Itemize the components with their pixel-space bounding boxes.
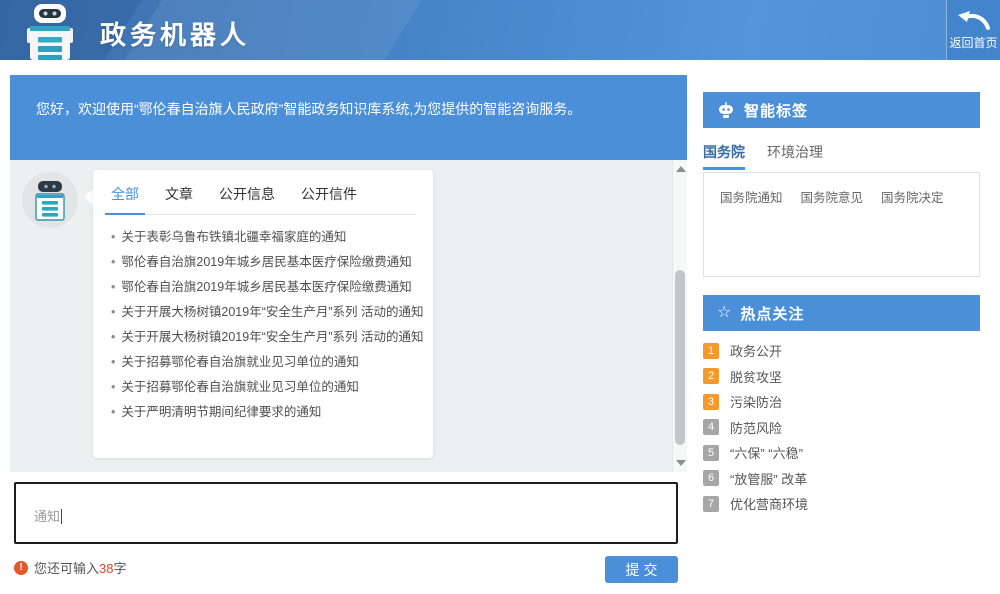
hot-topic-item[interactable]: 6“放管服” 改革 — [703, 466, 980, 492]
hot-topic-item[interactable]: 4防范风险 — [703, 415, 980, 441]
notice-link[interactable]: •关于开展大杨树镇2019年“安全生产月”系列 活动的通知 — [111, 325, 415, 350]
bullet: • — [111, 355, 115, 369]
notice-link[interactable]: •关于表彰乌鲁布铁镇北疆幸福家庭的通知 — [111, 225, 415, 250]
welcome-message: 您好，欢迎使用“鄂伦春自治旗人民政府”智能政务知识库系统,为您提供的智能咨询服务… — [10, 75, 687, 160]
text-caret — [61, 509, 62, 524]
robot-head-icon — [717, 101, 735, 119]
rank-badge: 2 — [703, 368, 719, 384]
char-counter: ! 您还可输入38字 — [14, 558, 127, 577]
tag-link[interactable]: 国务院意见 — [801, 187, 864, 206]
bullet: • — [111, 405, 115, 419]
smart-tags-title: 智能标签 — [744, 100, 808, 121]
scrollbar-thumb[interactable] — [675, 270, 685, 445]
back-home-label: 返回首页 — [949, 34, 997, 51]
notice-link[interactable]: •关于严明清明节期间纪律要求的通知 — [111, 400, 415, 425]
tag-tab-environment[interactable]: 环境治理 — [767, 142, 823, 170]
tab-public-info[interactable]: 公开信息 — [219, 184, 275, 204]
hot-topic-item[interactable]: 5“六保” “六稳” — [703, 440, 980, 466]
page: 政务机器人 返回首页 您好，欢迎使用“鄂伦春自治旗人民政府”智能政务知识库系统,… — [0, 0, 1000, 594]
notice-link[interactable]: •关于招募鄂伦春自治旗就业见习单位的通知 — [111, 375, 415, 400]
notice-link[interactable]: •关于开展大杨树镇2019年“安全生产月”系列 活动的通知 — [111, 300, 415, 325]
tab-articles[interactable]: 文章 — [165, 184, 193, 204]
alert-icon: ! — [14, 561, 28, 575]
star-icon: ☆ — [717, 305, 731, 321]
tab-public-letters[interactable]: 公开信件 — [301, 184, 357, 204]
notice-link[interactable]: •鄂伦春自治旗2019年城乡居民基本医疗保险缴费通知 — [111, 275, 415, 300]
submit-button[interactable]: 提交 — [605, 556, 678, 583]
tag-box: 国务院通知 国务院意见 国务院决定 — [703, 172, 980, 277]
back-arrow-icon — [957, 9, 991, 31]
question-input[interactable]: 通知 — [14, 482, 678, 544]
scroll-up-arrow-icon[interactable] — [676, 166, 686, 172]
hot-topic-item[interactable]: 3污染防治 — [703, 389, 980, 415]
results-card: 全部 文章 公开信息 公开信件 •关于表彰乌鲁布铁镇北疆幸福家庭的通知 •鄂伦春… — [93, 170, 433, 458]
hot-topic-item[interactable]: 1政务公开 — [703, 338, 980, 364]
hot-topics-title: 热点关注 — [740, 303, 804, 324]
chat-area: 全部 文章 公开信息 公开信件 •关于表彰乌鲁布铁镇北疆幸福家庭的通知 •鄂伦春… — [10, 160, 687, 472]
rank-badge: 5 — [703, 445, 719, 461]
tag-link[interactable]: 国务院决定 — [881, 187, 944, 206]
bullet: • — [111, 280, 115, 294]
notice-link[interactable]: •鄂伦春自治旗2019年城乡居民基本医疗保险缴费通知 — [111, 250, 415, 275]
hot-topics-header: ☆ 热点关注 — [703, 295, 980, 331]
hot-topic-item[interactable]: 2脱贫攻坚 — [703, 364, 980, 390]
counter-text: 您还可输入38字 — [34, 558, 127, 577]
smart-tags-header: 智能标签 — [703, 92, 980, 128]
rank-badge: 1 — [703, 343, 719, 359]
rank-badge: 4 — [703, 419, 719, 435]
rank-badge: 3 — [703, 394, 719, 410]
app-header: 政务机器人 返回首页 — [0, 0, 1000, 60]
tab-all[interactable]: 全部 — [111, 184, 139, 204]
tag-category-tabs: 国务院 环境治理 — [703, 142, 823, 170]
page-title: 政务机器人 — [100, 15, 250, 52]
question-input-value: 通知 — [34, 509, 60, 524]
bullet: • — [111, 330, 115, 344]
notice-link[interactable]: •关于招募鄂伦春自治旗就业见习单位的通知 — [111, 350, 415, 375]
remaining-count: 38 — [99, 561, 113, 576]
robot-avatar-icon — [28, 178, 72, 222]
bullet: • — [111, 230, 115, 244]
chat-scrollbar[interactable] — [672, 160, 687, 472]
hot-topic-item[interactable]: 7优化营商环境 — [703, 491, 980, 517]
bot-avatar — [22, 172, 78, 228]
robot-logo-icon — [18, 3, 82, 60]
hot-topics-list: 1政务公开 2脱贫攻坚 3污染防治 4防范风险 5“六保” “六稳” 6“放管服… — [703, 338, 980, 517]
result-tabs: 全部 文章 公开信息 公开信件 — [111, 184, 415, 215]
notice-list: •关于表彰乌鲁布铁镇北疆幸福家庭的通知 •鄂伦春自治旗2019年城乡居民基本医疗… — [111, 225, 415, 425]
bullet: • — [111, 380, 115, 394]
tag-link[interactable]: 国务院通知 — [720, 187, 783, 206]
rank-badge: 6 — [703, 470, 719, 486]
scroll-down-arrow-icon[interactable] — [676, 460, 686, 466]
bullet: • — [111, 255, 115, 269]
back-home-button[interactable]: 返回首页 — [946, 0, 1000, 60]
tag-tab-state-council[interactable]: 国务院 — [703, 142, 745, 170]
rank-badge: 7 — [703, 496, 719, 512]
bullet: • — [111, 305, 115, 319]
